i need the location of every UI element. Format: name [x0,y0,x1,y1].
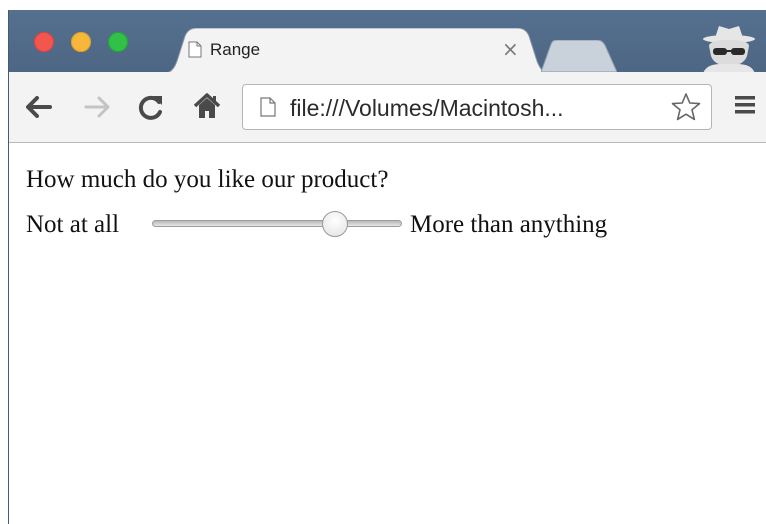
back-arrow-icon[interactable] [23,93,53,121]
maximize-window-button[interactable] [108,32,128,52]
browser-toolbar: file:///Volumes/Macintosh... [9,72,766,143]
range-min-label: Not at all [26,211,120,238]
range-max-label: More than anything [410,211,608,238]
slider-thumb[interactable] [322,211,349,237]
minimize-window-button[interactable] [71,32,91,52]
slider-track[interactable] [152,220,402,227]
forward-arrow-icon[interactable] [83,93,113,121]
tab-close-icon[interactable]: × [502,39,519,59]
reload-icon[interactable] [136,91,166,123]
document-icon [188,41,202,58]
page-content: How much do you like our product? Not at… [9,143,766,524]
home-icon[interactable] [192,91,222,121]
title-bar: Range × [9,10,766,74]
new-tab-button[interactable] [541,40,617,72]
page-icon [260,97,276,117]
close-window-button[interactable] [34,32,54,52]
rating-slider[interactable] [152,211,402,237]
range-row: Not at all More than anything [26,201,726,238]
address-bar[interactable]: file:///Volumes/Macintosh... [242,84,712,130]
tab-title: Range [210,40,261,59]
address-url[interactable]: file:///Volumes/Macintosh... [290,95,564,121]
incognito-icon [703,26,755,74]
menu-icon[interactable] [733,91,757,119]
browser-window: Range × file:///Volumes/Macintosh... How… [8,10,766,524]
question-text: How much do you like our product? [26,166,389,193]
star-icon[interactable] [671,92,701,122]
